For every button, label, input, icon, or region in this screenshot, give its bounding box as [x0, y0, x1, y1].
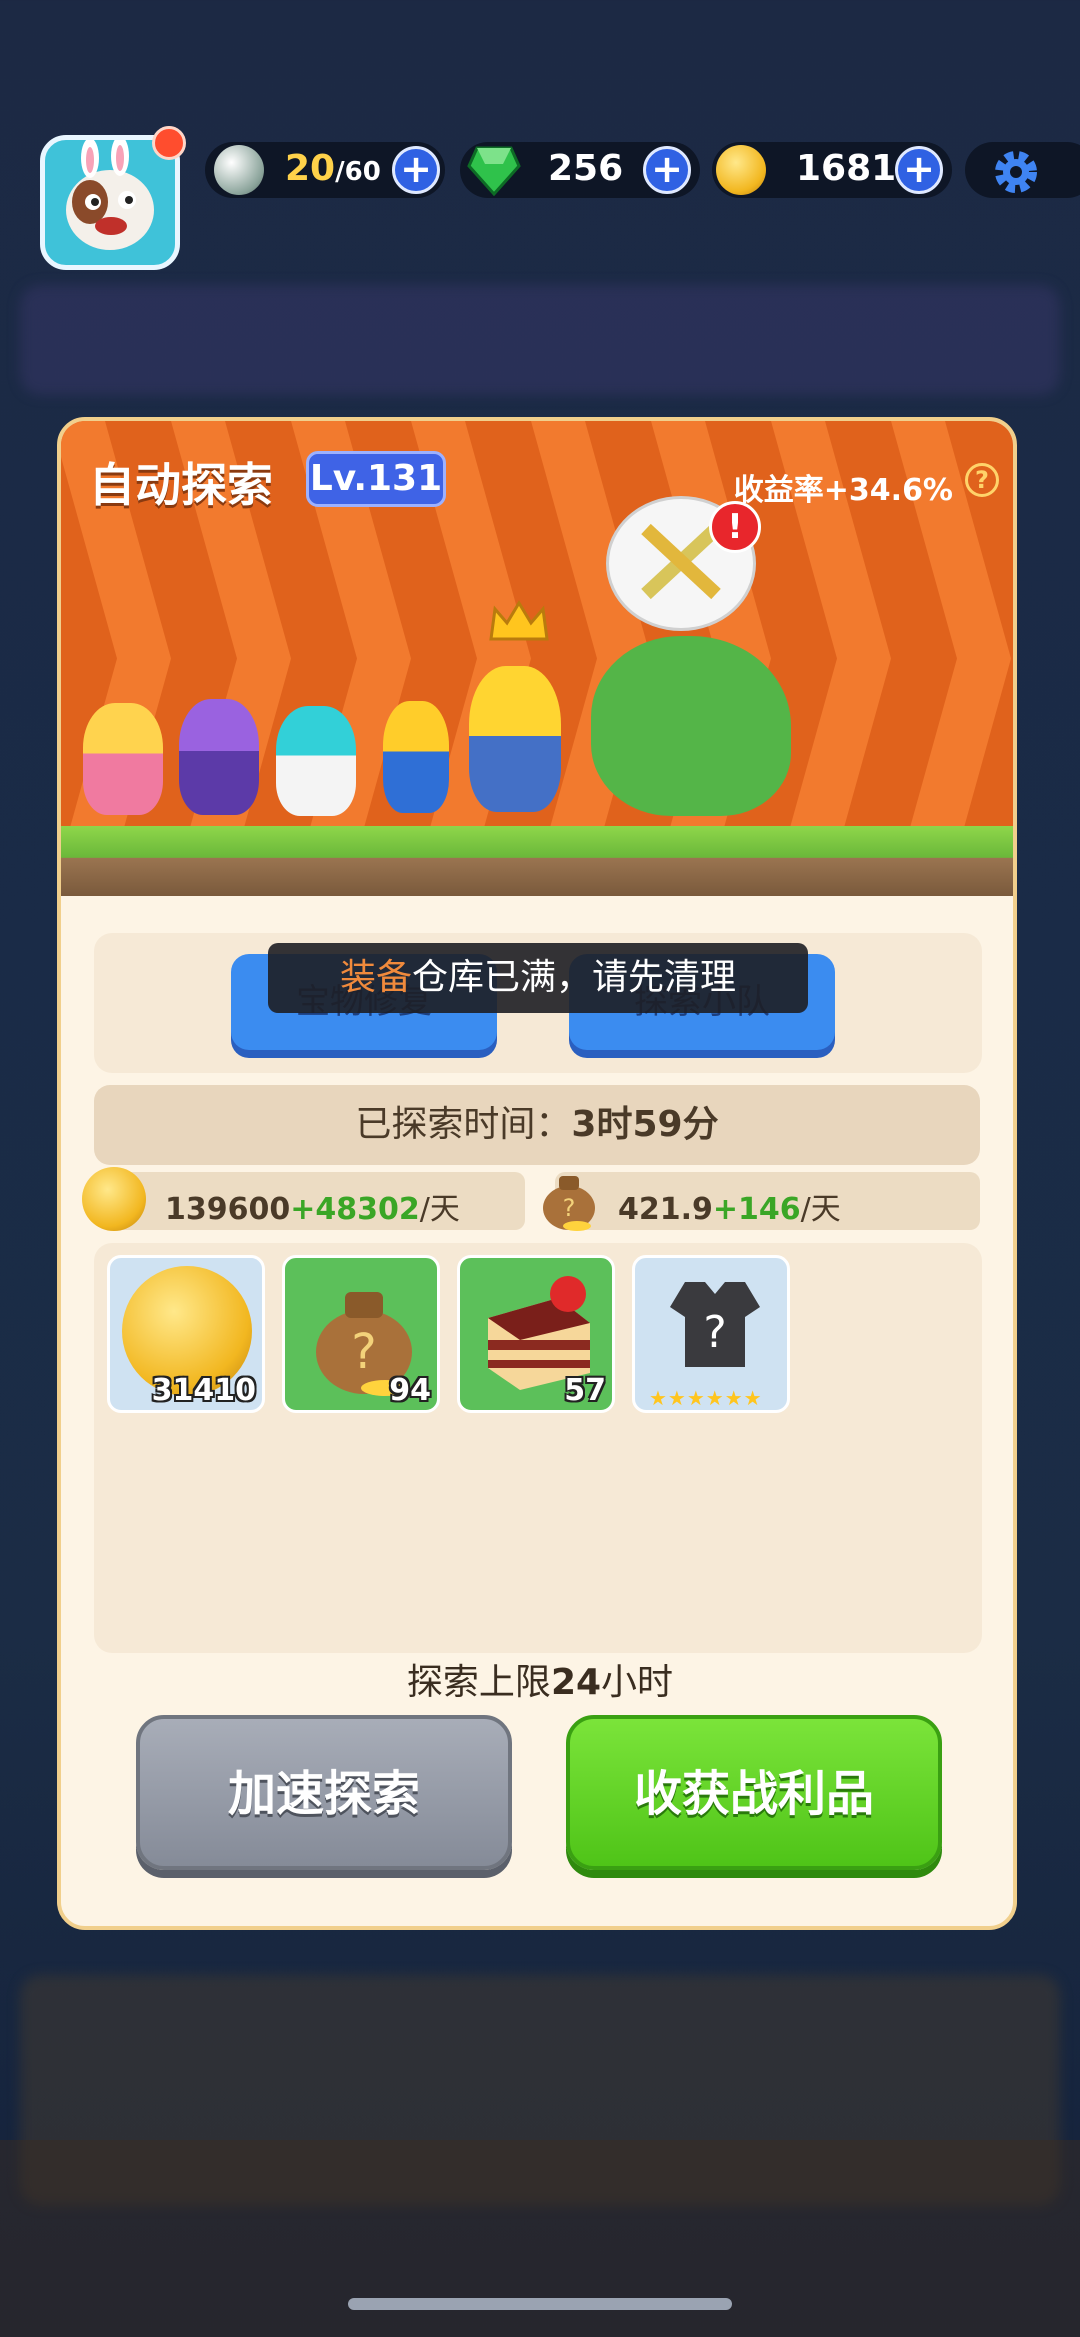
- explore-time-value: 3时59分: [571, 1104, 719, 1145]
- svg-text:?: ?: [351, 1324, 376, 1380]
- limit-value: 24: [550, 1662, 602, 1703]
- mystery-bag-icon: ?: [537, 1164, 601, 1236]
- energy-orb-icon: [214, 145, 264, 195]
- loot-item-coin[interactable]: 31410: [107, 1255, 265, 1413]
- coin-value: 1681: [796, 148, 897, 189]
- gear-icon[interactable]: [990, 146, 1042, 202]
- bag-rate: 421.9+146/天: [618, 1184, 841, 1228]
- avatar-dog-icon: [66, 140, 154, 250]
- monster-green: [591, 636, 791, 816]
- item-count: 31410: [151, 1373, 256, 1408]
- bag-rate-bonus: +146: [712, 1192, 801, 1227]
- add-energy-button[interactable]: +: [392, 146, 440, 194]
- hero-leader: [469, 666, 561, 812]
- toast-highlight: 装备: [339, 957, 412, 998]
- svg-text:?: ?: [703, 1307, 726, 1358]
- coin-rate-base: 139600: [165, 1192, 291, 1227]
- coin-icon: [82, 1167, 146, 1231]
- toast-text: 仓库已满，请先清理: [412, 957, 737, 998]
- add-gems-button[interactable]: +: [643, 146, 691, 194]
- coin-icon: [716, 145, 766, 195]
- collect-loot-button[interactable]: 收获战利品: [566, 1715, 942, 1870]
- per-day-label: /天: [419, 1192, 460, 1227]
- yield-rate-label: 收益率: [733, 473, 824, 508]
- energy-max: /60: [335, 157, 381, 187]
- background-blur-strip: [20, 285, 1060, 395]
- explore-banner: ! 自动探索 Lv.131 收益率+34.6% ?: [61, 421, 1013, 896]
- hero-cyan: [276, 706, 356, 816]
- item-count: 57: [564, 1373, 606, 1408]
- speed-up-button[interactable]: 加速探索: [136, 1715, 512, 1870]
- panel-title: 自动探索: [89, 458, 273, 512]
- help-icon[interactable]: ?: [965, 463, 999, 497]
- explore-time-bar: 已探索时间：3时59分: [94, 1085, 980, 1165]
- hero-purple: [179, 699, 259, 815]
- toast-message: 装备仓库已满，请先清理: [268, 943, 808, 1013]
- loot-item-mystery-armor[interactable]: ? ★★★★★★: [632, 1255, 790, 1413]
- notification-dot: [152, 126, 186, 160]
- hero-blue: [383, 701, 449, 813]
- hero-pink: [83, 703, 163, 815]
- level-badge: Lv.131: [306, 451, 446, 507]
- loot-item-cake[interactable]: 57: [457, 1255, 615, 1413]
- coin-rate: 139600+48302/天: [165, 1184, 460, 1228]
- crown-icon: [487, 599, 551, 647]
- bag-rate-base: 421.9: [618, 1192, 713, 1227]
- limit-suffix: 小时: [601, 1662, 674, 1703]
- coin-rate-bonus: +48302: [290, 1192, 420, 1227]
- star-rating-icon: ★★★★★★: [649, 1386, 763, 1410]
- grass-ground: [61, 826, 1013, 896]
- add-coins-button[interactable]: +: [895, 146, 943, 194]
- loot-item-mystery-bag[interactable]: ? 94: [282, 1255, 440, 1413]
- gem-value: 256: [548, 148, 624, 189]
- yield-rate-value: +34.6%: [823, 473, 953, 508]
- energy-value: 20/60: [285, 148, 381, 189]
- yield-rate: 收益率+34.6%: [734, 465, 953, 509]
- per-day-label: /天: [800, 1192, 841, 1227]
- explore-limit: 探索上限24小时: [0, 1653, 1080, 1705]
- limit-prefix: 探索上限: [406, 1662, 551, 1703]
- explore-time-label: 已探索时间：: [355, 1104, 572, 1145]
- energy-current: 20: [285, 148, 336, 189]
- mystery-armor-icon: ?: [670, 1282, 760, 1367]
- home-indicator[interactable]: [348, 2298, 732, 2310]
- svg-text:?: ?: [563, 1194, 576, 1222]
- gem-icon: [467, 144, 521, 200]
- item-count: 94: [389, 1373, 431, 1408]
